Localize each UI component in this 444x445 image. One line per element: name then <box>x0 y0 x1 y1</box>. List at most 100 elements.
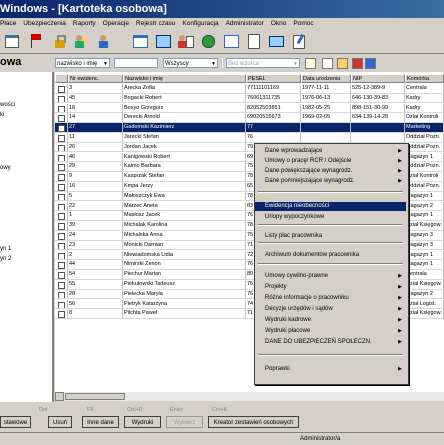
row-checkbox[interactable] <box>58 125 65 132</box>
tree-item[interactable]: wości <box>0 102 15 108</box>
col-header-name[interactable]: Nazwisko i imię <box>123 74 246 83</box>
context-menu-item[interactable]: Decyzje urzędów i sądów ▶ <box>255 305 406 314</box>
row-checkbox-cell[interactable] <box>55 201 68 212</box>
context-menu-item[interactable]: Projekty ▶ <box>255 283 406 292</box>
export-icon[interactable] <box>365 58 376 69</box>
menu-operacje[interactable]: Operacje <box>103 20 129 27</box>
menu-administrator[interactable]: Administrator <box>226 20 264 27</box>
row-checkbox[interactable] <box>58 242 65 250</box>
print-icon[interactable] <box>267 32 284 49</box>
row-checkbox-cell[interactable] <box>55 103 68 114</box>
row-checkbox-cell[interactable] <box>55 260 68 270</box>
window-icon[interactable] <box>131 32 148 49</box>
context-menu-item[interactable]: Dane pomniejszające wynagrodz. ▶ <box>255 177 406 186</box>
row-checkbox[interactable] <box>58 203 65 211</box>
printouts-button[interactable]: Wydruki <box>124 416 161 428</box>
pattern-select[interactable]: Bez wzorca <box>226 58 300 68</box>
context-menu-item[interactable]: DANE DO UBEZPIECZEŃ SPOŁECZN. ▶ <box>255 338 406 347</box>
col-header-date[interactable]: Data urodzenia <box>301 74 351 83</box>
row-checkbox[interactable] <box>58 86 65 93</box>
row-checkbox[interactable] <box>58 282 65 289</box>
users-icon[interactable] <box>73 32 90 49</box>
sort-select[interactable]: nazwisko i imię <box>55 58 110 68</box>
row-checkbox[interactable] <box>58 193 65 201</box>
select-button[interactable]: Wybierz <box>166 416 203 428</box>
row-checkbox[interactable] <box>58 252 65 260</box>
row-checkbox-cell[interactable] <box>55 240 68 251</box>
context-menu-item[interactable]: Umowy o pracę/ RCR / Odejście ▶ <box>255 157 406 166</box>
row-checkbox-cell[interactable] <box>55 280 68 290</box>
row-checkbox[interactable] <box>58 301 65 309</box>
row-checkbox[interactable] <box>58 272 65 279</box>
context-menu-item[interactable]: Listy płac pracownika <box>255 232 406 241</box>
menu-ubezpieczenia[interactable]: Ubezpieczenia <box>23 20 66 27</box>
row-checkbox-cell[interactable] <box>55 270 68 280</box>
row-checkbox[interactable] <box>58 184 65 191</box>
row-checkbox-cell[interactable] <box>55 172 68 182</box>
grid-icon[interactable] <box>222 32 239 49</box>
table-row[interactable]: 45 Bogacki Robert 76061311735 1976-06-13 646… <box>55 93 444 104</box>
row-checkbox[interactable] <box>58 95 65 103</box>
row-checkbox[interactable] <box>58 135 65 142</box>
row-checkbox-cell[interactable] <box>55 123 68 133</box>
context-menu-item[interactable]: Wydruki kadrowe ▶ <box>255 316 406 325</box>
context-menu-item[interactable]: Urlopy wypoczynkowe <box>255 213 406 222</box>
horizontal-scrollbar[interactable] <box>55 392 444 401</box>
row-checkbox[interactable] <box>58 115 65 122</box>
menu-konfiguracja[interactable]: Konfiguracja <box>182 20 218 27</box>
row-checkbox[interactable] <box>58 105 65 113</box>
scroll-thumb[interactable] <box>65 393 125 400</box>
user-edit-icon[interactable] <box>96 32 113 49</box>
settings-icon[interactable] <box>199 32 216 49</box>
row-checkbox[interactable] <box>58 223 65 230</box>
person-card-icon[interactable] <box>176 32 194 49</box>
status-select[interactable]: Wszyscy <box>163 58 218 68</box>
calendar-icon[interactable] <box>3 32 20 49</box>
row-checkbox-cell[interactable] <box>55 221 68 231</box>
menu-okno[interactable]: Okno <box>271 20 287 27</box>
report-wizard-button[interactable]: Kreator zestawień osobowych <box>208 416 299 428</box>
row-checkbox-cell[interactable] <box>55 152 68 163</box>
sort-input[interactable] <box>114 58 158 68</box>
row-checkbox-cell[interactable] <box>55 113 68 123</box>
col-header-dept[interactable]: Komórka <box>405 74 444 83</box>
stack-icon[interactable] <box>337 58 348 69</box>
lock-icon[interactable] <box>51 32 68 49</box>
menu-place[interactable]: Płace <box>0 20 16 27</box>
row-checkbox[interactable] <box>58 174 65 181</box>
row-checkbox-cell[interactable] <box>55 142 68 153</box>
context-menu-item[interactable]: Wydruki płacowe ▶ <box>255 327 406 336</box>
context-menu-item[interactable]: Archiwum dokumentów pracownika <box>255 251 406 260</box>
row-checkbox-cell[interactable] <box>55 133 68 143</box>
edit-document-icon[interactable] <box>290 32 307 49</box>
tree-item[interactable]: owy <box>0 165 11 171</box>
folder-icon[interactable] <box>305 58 316 69</box>
row-checkbox-cell[interactable] <box>55 182 68 192</box>
context-menu-item[interactable]: Dane wprowadzające ▶ <box>255 147 406 156</box>
basic-data-button[interactable]: stawowe <box>0 416 31 428</box>
scroll-left-icon[interactable] <box>55 392 64 401</box>
menu-rejestr-czasu[interactable]: Rejestr czasu <box>136 20 175 27</box>
flag-icon[interactable] <box>27 32 44 49</box>
row-checkbox[interactable] <box>58 164 65 171</box>
col-header-check[interactable] <box>55 74 68 83</box>
row-checkbox[interactable] <box>58 233 65 240</box>
row-checkbox-cell[interactable] <box>55 211 68 221</box>
row-checkbox-cell[interactable] <box>55 250 68 261</box>
context-menu-item[interactable]: Poprawki ▶ <box>255 365 406 374</box>
table-row[interactable]: 14 Derecki Arnold 69020515673 1969-02-05 634… <box>55 113 444 123</box>
table-row[interactable]: 27 Gadomski Kazimierz 77 Marketing <box>55 123 444 133</box>
table-row[interactable]: 11 Jarecki Stefan 76 Oddział Pozn. <box>55 133 444 143</box>
row-checkbox-cell[interactable] <box>55 299 68 310</box>
table-row[interactable]: 18 Bosyo Grzegorz 82052503851 1982-05-25 898… <box>55 103 444 114</box>
tree-item[interactable]: yn 1 <box>0 246 11 252</box>
row-checkbox[interactable] <box>58 144 65 152</box>
row-checkbox[interactable] <box>58 291 65 299</box>
col-header-nip[interactable]: NIP <box>351 74 405 83</box>
context-menu-item[interactable]: Umowy cywilno-prawne ▶ <box>255 272 406 281</box>
menu-pomoc[interactable]: Pomoc <box>293 20 313 27</box>
col-header-pesel[interactable]: PESEL <box>246 74 301 83</box>
mail-icon[interactable] <box>352 58 363 69</box>
row-checkbox-cell[interactable] <box>55 84 68 94</box>
row-checkbox-cell[interactable] <box>55 191 68 202</box>
